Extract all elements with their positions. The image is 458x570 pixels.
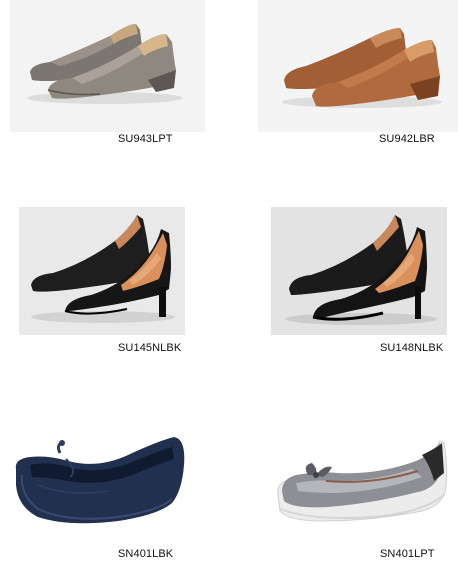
product-code: SN401LPT — [380, 548, 435, 560]
black-platform-pump-image — [285, 215, 437, 325]
product-photo[interactable] — [271, 207, 447, 335]
product-code: SU942LBR — [379, 133, 435, 145]
product-photo[interactable] — [19, 207, 185, 335]
product-code: SN401LBK — [118, 548, 174, 560]
product-code: SU943LPT — [118, 133, 173, 145]
product-code: SU148NLBK — [380, 342, 444, 354]
tan-wedge-pump-image — [282, 28, 442, 108]
product-catalog: SU943LPT SU942LBR SU145NLBK SU148NLBK SN… — [0, 0, 458, 570]
pewter-sneaker-flat-image — [277, 440, 448, 522]
grey-wedge-pump-image — [27, 24, 183, 104]
product-photo[interactable] — [8, 425, 191, 533]
product-photo[interactable] — [272, 425, 452, 533]
product-photo[interactable] — [10, 0, 205, 132]
product-code: SU145NLBK — [118, 342, 182, 354]
product-photo[interactable] — [258, 0, 458, 132]
navy-ballet-flat-image — [15, 437, 185, 524]
black-heel-pump-image — [31, 215, 175, 323]
